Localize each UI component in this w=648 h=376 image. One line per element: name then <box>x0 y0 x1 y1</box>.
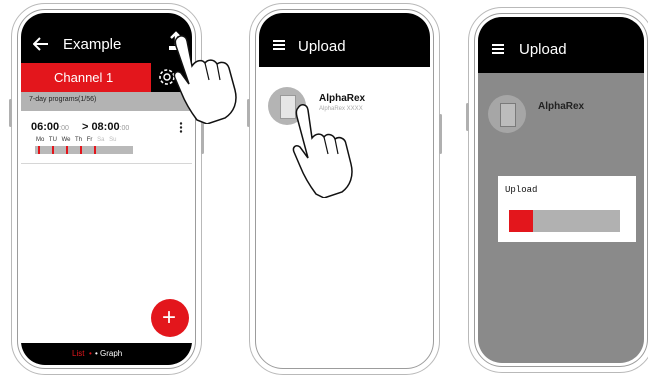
hand-pointer-icon <box>292 104 353 198</box>
day-label: Fr <box>86 137 93 143</box>
weekday-bar <box>35 146 133 154</box>
side-button <box>247 99 250 127</box>
device-avatar <box>488 95 526 133</box>
day-label: Sa <box>97 137 105 143</box>
hand-pointer-icon <box>173 35 237 124</box>
day-label: We <box>61 137 71 143</box>
side-button <box>466 103 469 131</box>
day-label: TU <box>48 137 57 143</box>
app-header: Upload <box>259 13 430 67</box>
program-time: 06:00:00 > 08:00:00 <box>31 121 129 133</box>
device-image <box>500 103 516 127</box>
app-header: Upload <box>478 17 644 73</box>
screen: Upload AlphaRex Upload <box>478 17 644 363</box>
page-title: Example <box>63 36 122 53</box>
menu-icon[interactable] <box>492 44 504 54</box>
menu-icon[interactable] <box>273 40 285 50</box>
arrow: > <box>81 121 89 133</box>
programs-label: 7-day programs(1/56) <box>29 96 97 103</box>
progress-bar <box>509 210 620 232</box>
add-program-button[interactable]: + <box>151 299 189 337</box>
day-label: Mo <box>36 137 45 143</box>
weekday-markers <box>38 146 96 154</box>
progress-fill <box>509 210 534 232</box>
back-arrow-icon[interactable] <box>33 37 49 51</box>
separator: • <box>89 349 92 358</box>
day-label: Su <box>109 137 117 143</box>
channel-tab[interactable]: Channel 1 <box>21 63 151 92</box>
list-toggle[interactable]: List <box>72 349 84 358</box>
page-title: Upload <box>298 38 346 55</box>
plus-icon: + <box>162 304 177 331</box>
dialog-title: Upload <box>505 185 538 195</box>
phone-frame-1: Example Channel 1 7-day programs(1/56) 0… <box>9 3 237 375</box>
phone-frame-2: Upload AlphaRex AlphaRex XXXX <box>247 3 442 375</box>
start-seconds: :00 <box>59 125 69 132</box>
channel-tab-label: Channel 1 <box>54 70 114 85</box>
weekday-row: Mo TU We Th Fr Sa Su <box>36 137 116 143</box>
device-list-item: AlphaRex <box>478 91 644 135</box>
side-button <box>9 99 12 127</box>
page-title: Upload <box>519 41 567 58</box>
start-time: 06:00 <box>31 121 60 133</box>
end-seconds: :00 <box>119 125 130 132</box>
bottom-bar: List • • Graph <box>21 343 192 365</box>
graph-toggle[interactable]: • Graph <box>95 349 122 358</box>
device-name: AlphaRex <box>538 101 585 112</box>
side-button <box>439 114 442 154</box>
day-label: Th <box>75 137 83 143</box>
end-time: 08:00 <box>91 121 120 133</box>
upload-dialog: Upload <box>498 176 636 242</box>
phone-frame-3: Upload AlphaRex Upload <box>466 7 648 373</box>
